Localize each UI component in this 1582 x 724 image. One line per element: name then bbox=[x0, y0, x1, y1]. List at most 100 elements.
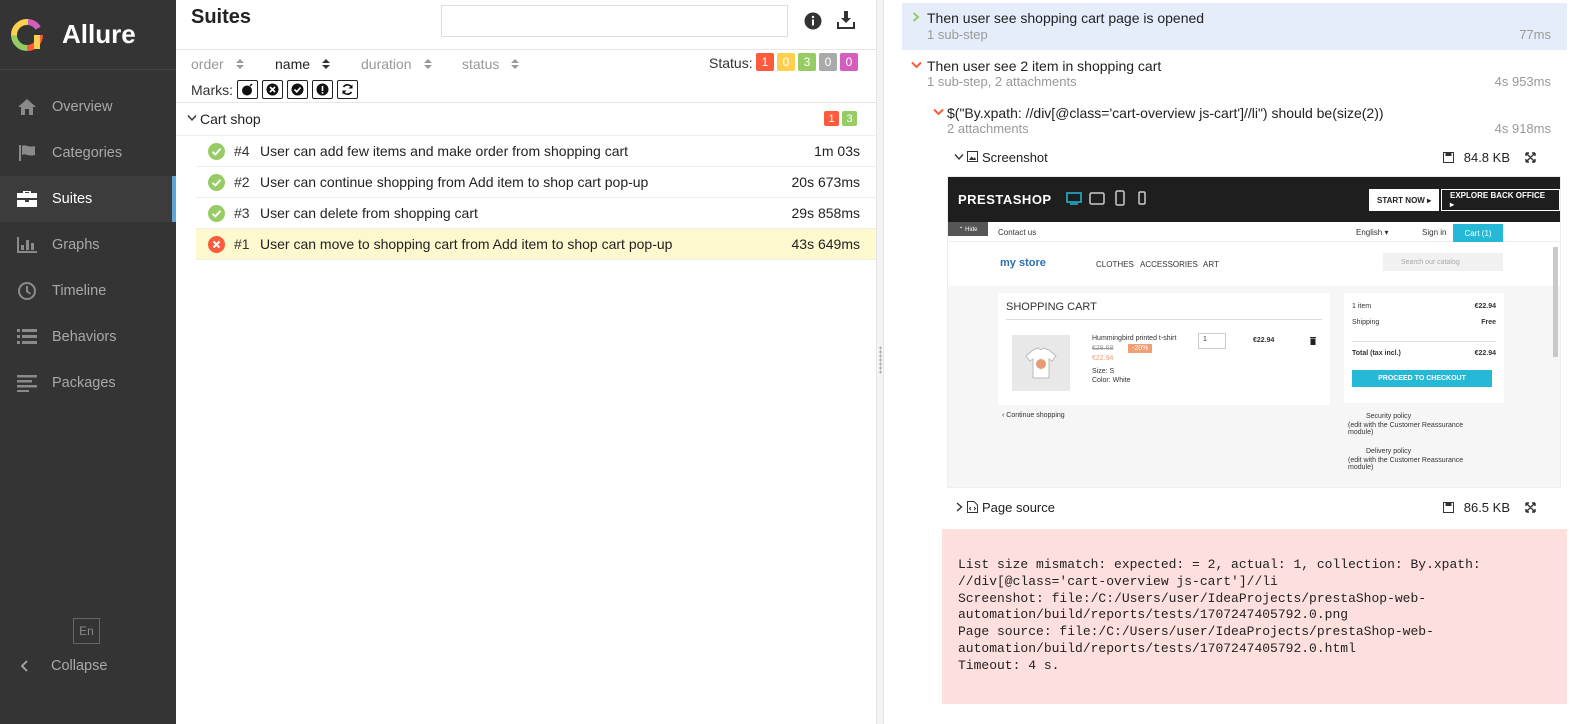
image-icon bbox=[967, 151, 978, 162]
suite-name: Cart shop bbox=[200, 111, 261, 127]
refresh-icon[interactable] bbox=[337, 80, 358, 99]
sort-icon bbox=[511, 59, 520, 69]
language-switcher[interactable]: En bbox=[73, 618, 100, 644]
download-icon[interactable] bbox=[836, 10, 856, 30]
test-name: User can add few items and make order fr… bbox=[260, 143, 629, 159]
ps-menu-item: CLOTHES bbox=[1096, 260, 1134, 269]
failed-count-badge: 1 bbox=[824, 111, 839, 126]
status-passed-badge[interactable]: 3 bbox=[798, 53, 816, 71]
chevron-right-icon bbox=[912, 12, 920, 22]
divider bbox=[1352, 341, 1496, 342]
suite-group-cart-shop[interactable]: Cart shop 1 3 bbox=[176, 103, 876, 136]
brand[interactable]: Allure bbox=[0, 0, 176, 70]
sort-by-duration[interactable]: duration bbox=[361, 56, 432, 72]
ps-total: Total (tax incl.) bbox=[1352, 350, 1401, 357]
ps-menu-item: ART bbox=[1203, 260, 1219, 269]
suites-pane: Suites order name duration status Status… bbox=[176, 0, 876, 724]
status-broken-badge[interactable]: 0 bbox=[777, 53, 795, 71]
test-row[interactable]: #2 User can continue shopping from Add i… bbox=[196, 167, 876, 198]
attachment-name: Screenshot bbox=[982, 150, 1048, 165]
collapse-button[interactable]: Collapse bbox=[18, 658, 107, 674]
step-row[interactable]: Then user see 2 item in shopping cart 1 … bbox=[902, 53, 1567, 93]
ps-menu-item: ACCESSORIES bbox=[1140, 260, 1198, 269]
sidebar-item-overview[interactable]: Overview bbox=[0, 84, 176, 130]
test-details-pane: Then user see shopping cart page is open… bbox=[884, 0, 1582, 724]
ps-price: €22.94 bbox=[1092, 355, 1114, 362]
sidebar-item-label: Timeline bbox=[52, 283, 107, 299]
attachment-screenshot[interactable]: Screenshot 84.8 KB bbox=[954, 147, 1554, 171]
step-row[interactable]: Then user see shopping cart page is open… bbox=[902, 3, 1567, 50]
info-icon[interactable] bbox=[804, 12, 822, 30]
ps-delivery-sub: (edit with the Customer Reassurance modu… bbox=[1348, 457, 1464, 471]
check-circle-icon[interactable] bbox=[287, 80, 308, 99]
sidebar-item-packages[interactable]: Packages bbox=[0, 360, 176, 406]
suites-header: Suites bbox=[176, 0, 876, 50]
ps-checkout: PROCEED TO CHECKOUT bbox=[1352, 370, 1492, 387]
status-failed-badge[interactable]: 1 bbox=[756, 53, 774, 71]
ps-cart-card: SHOPPING CART Hummingbird printed t-shir… bbox=[998, 293, 1330, 405]
divider bbox=[1006, 319, 1322, 320]
collapse-label: Collapse bbox=[51, 658, 108, 674]
sort-by-status[interactable]: status bbox=[462, 56, 520, 72]
error-message: List size mismatch: expected: = 2, actua… bbox=[958, 557, 1481, 673]
test-row[interactable]: #3 User can delete from shopping cart 29… bbox=[196, 198, 876, 229]
attachment-size: 84.8 KB bbox=[1463, 150, 1510, 165]
ps-summary-card: 1 item €22.94 Shipping Free Total (tax i… bbox=[1344, 293, 1504, 403]
passed-count-badge: 3 bbox=[842, 111, 857, 126]
attachment-size: 86.5 KB bbox=[1463, 500, 1510, 515]
ps-shipping: Shipping bbox=[1352, 319, 1380, 326]
home-icon bbox=[16, 97, 38, 117]
search-input[interactable] bbox=[441, 5, 788, 37]
sort-icon bbox=[235, 59, 244, 69]
step-duration: 77ms bbox=[1519, 27, 1551, 42]
attachment-page-source[interactable]: Page source 86.5 KB bbox=[954, 497, 1554, 521]
status-unknown-badge[interactable]: 0 bbox=[840, 53, 858, 71]
close-circle-icon[interactable] bbox=[262, 80, 283, 99]
tablet-icon bbox=[1115, 190, 1125, 206]
scrollbar bbox=[1553, 247, 1558, 357]
ps-logo: PRESTASHOP bbox=[958, 192, 1052, 207]
fullscreen-icon[interactable] bbox=[1525, 502, 1536, 513]
test-duration: 20s 673ms bbox=[791, 174, 860, 190]
sidebar-item-suites[interactable]: Suites bbox=[0, 176, 176, 222]
app-name: Allure bbox=[62, 19, 136, 49]
align-left-icon bbox=[16, 373, 38, 393]
exclamation-circle-icon[interactable] bbox=[312, 80, 333, 99]
ps-security-sub: (edit with the Customer Reassurance modu… bbox=[1348, 422, 1464, 436]
ps-header: my store CLOTHES ACCESSORIES ART Search … bbox=[948, 242, 1560, 286]
step-row[interactable]: $("By.xpath: //div[@class='cart-overview… bbox=[902, 100, 1567, 140]
ps-nav-bar: ⌃ Hide Contact us English ▾ Sign in Cart… bbox=[948, 222, 1560, 242]
marks-filter bbox=[237, 80, 362, 99]
sidebar-item-graphs[interactable]: Graphs bbox=[0, 222, 176, 268]
sort-by-name[interactable]: name bbox=[275, 56, 331, 72]
sort-label: order bbox=[191, 56, 224, 72]
test-row[interactable]: #4 User can add few items and make order… bbox=[196, 136, 876, 167]
sidebar-item-behaviors[interactable]: Behaviors bbox=[0, 314, 176, 360]
test-number: #2 bbox=[234, 174, 250, 190]
sidebar-item-label: Graphs bbox=[52, 237, 100, 253]
ps-delivery: Delivery policy bbox=[1366, 448, 1412, 455]
ps-cart-title: SHOPPING CART bbox=[1006, 301, 1097, 313]
ps-product: Hummingbird printed t-shirt bbox=[1092, 335, 1177, 342]
check-circle-icon bbox=[208, 205, 225, 222]
ps-items: 1 item bbox=[1352, 303, 1372, 310]
test-duration: 43s 649ms bbox=[791, 236, 860, 252]
ps-hide: ⌃ Hide bbox=[948, 222, 988, 236]
pane-splitter[interactable] bbox=[876, 0, 884, 724]
bomb-icon[interactable] bbox=[237, 80, 258, 99]
test-row-selected[interactable]: #1 User can move to shopping cart from A… bbox=[196, 229, 876, 260]
tshirt-icon bbox=[1012, 335, 1070, 391]
sidebar-item-categories[interactable]: Categories bbox=[0, 130, 176, 176]
sort-by-order[interactable]: order bbox=[191, 56, 244, 72]
test-number: #1 bbox=[234, 236, 250, 252]
sort-icon bbox=[423, 59, 432, 69]
fullscreen-icon[interactable] bbox=[1525, 152, 1536, 163]
bar-chart-icon bbox=[16, 235, 38, 255]
test-name: User can move to shopping cart from Add … bbox=[260, 236, 673, 252]
ps-sign-in: Sign in bbox=[1422, 228, 1447, 237]
status-skipped-badge[interactable]: 0 bbox=[819, 53, 837, 71]
sort-label: name bbox=[275, 56, 311, 72]
ps-cart: Cart (1) bbox=[1453, 224, 1503, 242]
sidebar-item-timeline[interactable]: Timeline bbox=[0, 268, 176, 314]
ps-security: Security policy bbox=[1366, 413, 1412, 420]
